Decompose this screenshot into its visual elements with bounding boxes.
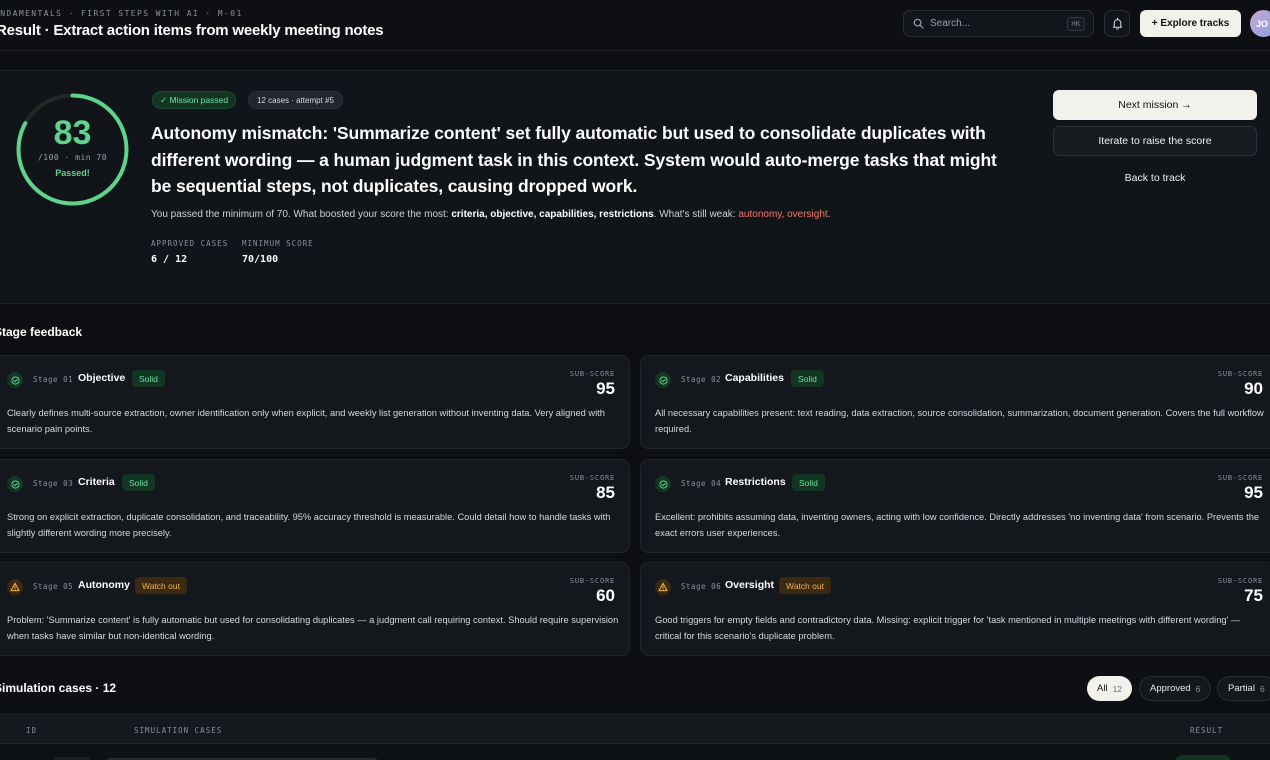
filter-count: 6 [1259, 683, 1265, 694]
summary-strong-areas: criteria, objective, capabilities, restr… [451, 209, 654, 220]
stage-number: Stage 05 [33, 582, 74, 591]
summary-prefix: You passed the minimum of 70. What boost… [151, 209, 452, 220]
check-circle-icon [655, 476, 671, 492]
bell-icon [1112, 17, 1122, 30]
stage-status-badge: Watch out [135, 577, 187, 594]
next-mission-button[interactable]: Next mission → [1053, 90, 1257, 120]
filter-count: 6 [1195, 683, 1201, 694]
filter-count: 12 [1112, 683, 1123, 694]
stage-number: Stage 01 [33, 375, 74, 384]
cases-table-header: ID SIMULATION CASES RESULT [0, 714, 1270, 744]
column-simulation-cases: SIMULATION CASES [134, 726, 223, 735]
stage-card[interactable]: Stage 06 Oversight Watch out SUB-SCORE 75 Goo… [640, 562, 1270, 656]
filter-all[interactable]: All 12 [1087, 676, 1133, 701]
sub-score-value: 60 [596, 586, 615, 605]
result-headline: Autonomy mismatch: 'Summarize content' s… [151, 123, 997, 196]
column-id: ID [26, 726, 38, 735]
summary-end: . [827, 209, 831, 220]
score-ring: 83 /100 · min 70 Passed! [16, 93, 129, 206]
stage-status-badge: Solid [122, 474, 155, 491]
breadcrumb: UNDAMENTALS · FIRST STEPS WITH AI · M-01 [0, 9, 243, 18]
stage-feedback-text: Clearly defines multi-source extraction,… [7, 408, 605, 434]
warning-icon [7, 579, 23, 595]
sub-score-label: SUB-SCORE [1217, 577, 1263, 585]
sub-score-value: 90 [1244, 379, 1263, 398]
table-row[interactable] [0, 745, 1270, 760]
simulation-cases-title: Simulation cases · 12 [0, 681, 117, 695]
minimum-score-value: 70/100 [242, 254, 279, 265]
score-value: 83 [53, 114, 92, 152]
stage-name: Capabilities [725, 372, 784, 384]
notifications-button[interactable] [1104, 10, 1130, 37]
filter-approved[interactable]: Approved 6 [1139, 676, 1212, 701]
stage-number: Stage 04 [681, 479, 722, 488]
page-title: Result · Extract action items from weekl… [0, 22, 384, 39]
stage-card[interactable]: Stage 04 Restrictions Solid SUB-SCORE 95 Exce… [640, 459, 1270, 553]
check-circle-icon [7, 372, 23, 388]
stage-name: Criteria [78, 476, 115, 488]
stage-feedback-text: All necessary capabilities present: text… [655, 408, 1264, 434]
score-status: Passed! [55, 168, 90, 178]
stage-card[interactable]: Stage 02 Capabilities Solid SUB-SCORE 90 All … [640, 355, 1270, 449]
column-result: RESULT [1190, 726, 1224, 735]
minimum-score-label: MINIMUM SCORE [242, 239, 314, 248]
stage-name: Objective [78, 372, 126, 384]
explore-tracks-button[interactable]: + Explore tracks [1140, 10, 1241, 37]
sub-score-value: 75 [1244, 586, 1263, 605]
summary-weak-areas: autonomy, oversight [738, 209, 828, 220]
stage-status-badge: Solid [791, 370, 824, 387]
avatar[interactable]: JO [1250, 10, 1270, 37]
summary-mid: . What's still weak: [653, 209, 739, 220]
sub-score-label: SUB-SCORE [1217, 370, 1263, 378]
sub-score-label: SUB-SCORE [569, 577, 615, 585]
cases-attempt-badge: 12 cases · attempt #5 [248, 91, 343, 109]
filter-label: All [1097, 683, 1108, 694]
approved-cases-value: 6 / 12 [151, 254, 188, 265]
stage-status-badge: Solid [132, 370, 165, 387]
approved-cases-label: APPROVED CASES [151, 239, 229, 248]
stage-feedback-text: Excellent: prohibits assuming data, inve… [655, 512, 1260, 538]
search-placeholder: Search... [930, 18, 971, 29]
stage-number: Stage 03 [33, 479, 74, 488]
sub-score-value: 85 [596, 483, 615, 502]
stage-number: Stage 02 [681, 375, 722, 384]
result-summary: You passed the minimum of 70. What boost… [151, 209, 1031, 220]
top-bar: UNDAMENTALS · FIRST STEPS WITH AI · M-01… [0, 0, 1270, 51]
stage-status-badge: Watch out [779, 577, 831, 594]
search-shortcut: ⌘K [1066, 17, 1085, 31]
search-input[interactable]: Search... ⌘K [903, 10, 1094, 37]
sub-score-label: SUB-SCORE [1217, 474, 1263, 482]
stage-card[interactable]: Stage 05 Autonomy Watch out SUB-SCORE 60 Prob… [0, 562, 630, 656]
stage-number: Stage 06 [681, 582, 722, 591]
stage-card[interactable]: Stage 01 Objective Solid SUB-SCORE 95 Clearly… [0, 355, 630, 449]
stage-feedback-title: Stage feedback [0, 325, 83, 339]
stage-name: Restrictions [725, 476, 786, 488]
iterate-button[interactable]: Iterate to raise the score [1053, 126, 1257, 156]
stage-feedback-text: Strong on explicit extraction, duplicate… [7, 512, 611, 538]
mission-passed-badge: ✓ Mission passed [152, 91, 237, 109]
stage-name: Oversight [725, 579, 775, 591]
sub-score-label: SUB-SCORE [569, 370, 615, 378]
stage-card[interactable]: Stage 03 Criteria Solid SUB-SCORE 85 Strong o… [0, 459, 630, 553]
check-circle-icon [7, 476, 23, 492]
row-result-badge [1176, 755, 1230, 760]
check-circle-icon [655, 372, 671, 388]
back-to-track-link[interactable]: Back to track [1053, 170, 1257, 186]
filter-partial[interactable]: Partial 6 [1217, 676, 1270, 701]
score-scale: /100 · min 70 [37, 153, 108, 162]
stage-status-badge: Solid [792, 474, 825, 491]
stage-feedback-text: Problem: 'Summarize content' is fully au… [7, 615, 619, 641]
sub-score-value: 95 [596, 379, 615, 398]
filter-label: Approved [1150, 683, 1191, 694]
sub-score-value: 95 [1244, 483, 1263, 502]
filter-label: Partial [1228, 683, 1255, 694]
warning-icon [655, 579, 671, 595]
sub-score-label: SUB-SCORE [569, 474, 615, 482]
stage-name: Autonomy [78, 579, 130, 591]
stage-feedback-text: Good triggers for empty fields and contr… [655, 615, 1241, 641]
search-icon [913, 18, 924, 29]
